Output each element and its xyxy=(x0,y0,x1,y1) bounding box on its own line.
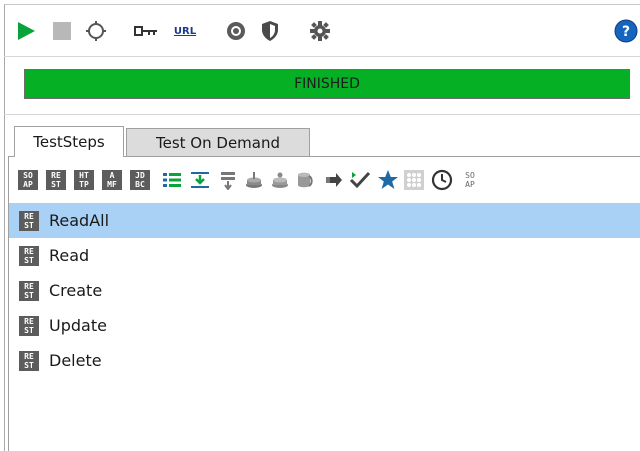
datasource-icon[interactable] xyxy=(295,167,317,193)
stop-icon[interactable] xyxy=(48,14,76,48)
rest-icon: RE ST xyxy=(19,280,39,301)
add-rest-step-button[interactable]: RE ST xyxy=(45,167,67,193)
progress-divider xyxy=(4,114,640,115)
rest-icon: RE ST xyxy=(19,210,39,231)
property-list-icon[interactable] xyxy=(161,167,183,193)
rest-icon: RE ST xyxy=(19,245,39,266)
teststep-row[interactable]: RE ST Create xyxy=(9,273,640,308)
teststeps-panel: SO AP RE ST HT TP A MF JD BC SO AP RE ST… xyxy=(8,156,640,451)
soap-icon: SO AP xyxy=(18,170,38,190)
run-testcase-icon[interactable] xyxy=(269,167,291,193)
teststep-label: Update xyxy=(49,316,107,335)
jdbc-icon: JD BC xyxy=(130,170,150,190)
property-transfer-icon[interactable] xyxy=(189,167,211,193)
add-amf-step-button[interactable]: A MF xyxy=(101,167,123,193)
teststep-label: ReadAll xyxy=(49,211,110,230)
http-icon: HT TP xyxy=(74,170,94,190)
rest-icon: RE ST xyxy=(19,315,39,336)
loop-icon[interactable] xyxy=(82,14,110,48)
clock-icon[interactable] xyxy=(431,167,453,193)
key-icon[interactable] xyxy=(132,14,160,48)
teststep-label: Read xyxy=(49,246,90,265)
mock-response-icon[interactable] xyxy=(323,167,345,193)
tab-test-on-demand[interactable]: Test On Demand xyxy=(126,128,310,156)
tab-teststeps[interactable]: TestSteps xyxy=(14,126,124,157)
grid-icon[interactable] xyxy=(403,167,425,193)
add-jdbc-step-button[interactable]: JD BC xyxy=(129,167,151,193)
shield-icon[interactable] xyxy=(256,14,284,48)
teststep-row[interactable]: RE ST Delete xyxy=(9,343,640,378)
rest-icon: RE ST xyxy=(19,350,39,371)
help-icon[interactable]: ? xyxy=(612,14,640,48)
rest-icon: RE ST xyxy=(46,170,66,190)
toolbar-divider xyxy=(4,56,640,57)
url-icon[interactable]: URL xyxy=(168,14,202,48)
run-icon[interactable] xyxy=(12,14,40,48)
soap-mock-icon[interactable]: SO AP xyxy=(459,167,481,193)
amf-icon: A MF xyxy=(102,170,122,190)
assertion-step-icon[interactable] xyxy=(349,167,371,193)
teststep-label: Delete xyxy=(49,351,102,370)
teststep-row[interactable]: RE ST Read xyxy=(9,238,640,273)
progress-status: FINISHED xyxy=(294,76,360,92)
add-http-step-button[interactable]: HT TP xyxy=(73,167,95,193)
gear-icon[interactable] xyxy=(306,14,334,48)
teststep-label: Create xyxy=(49,281,103,300)
star-icon[interactable] xyxy=(377,167,399,193)
target-icon[interactable] xyxy=(222,14,250,48)
delay-step-icon[interactable] xyxy=(243,167,265,193)
conditional-goto-icon[interactable] xyxy=(217,167,239,193)
svg-text:?: ? xyxy=(622,24,630,40)
add-soap-step-button[interactable]: SO AP xyxy=(17,167,39,193)
teststep-row[interactable]: RE ST ReadAll xyxy=(9,203,640,238)
progress-bar: FINISHED xyxy=(24,69,630,99)
teststep-row[interactable]: RE ST Update xyxy=(9,308,640,343)
teststep-list: RE ST ReadAll RE ST Read RE ST Create RE ST … xyxy=(9,203,640,378)
